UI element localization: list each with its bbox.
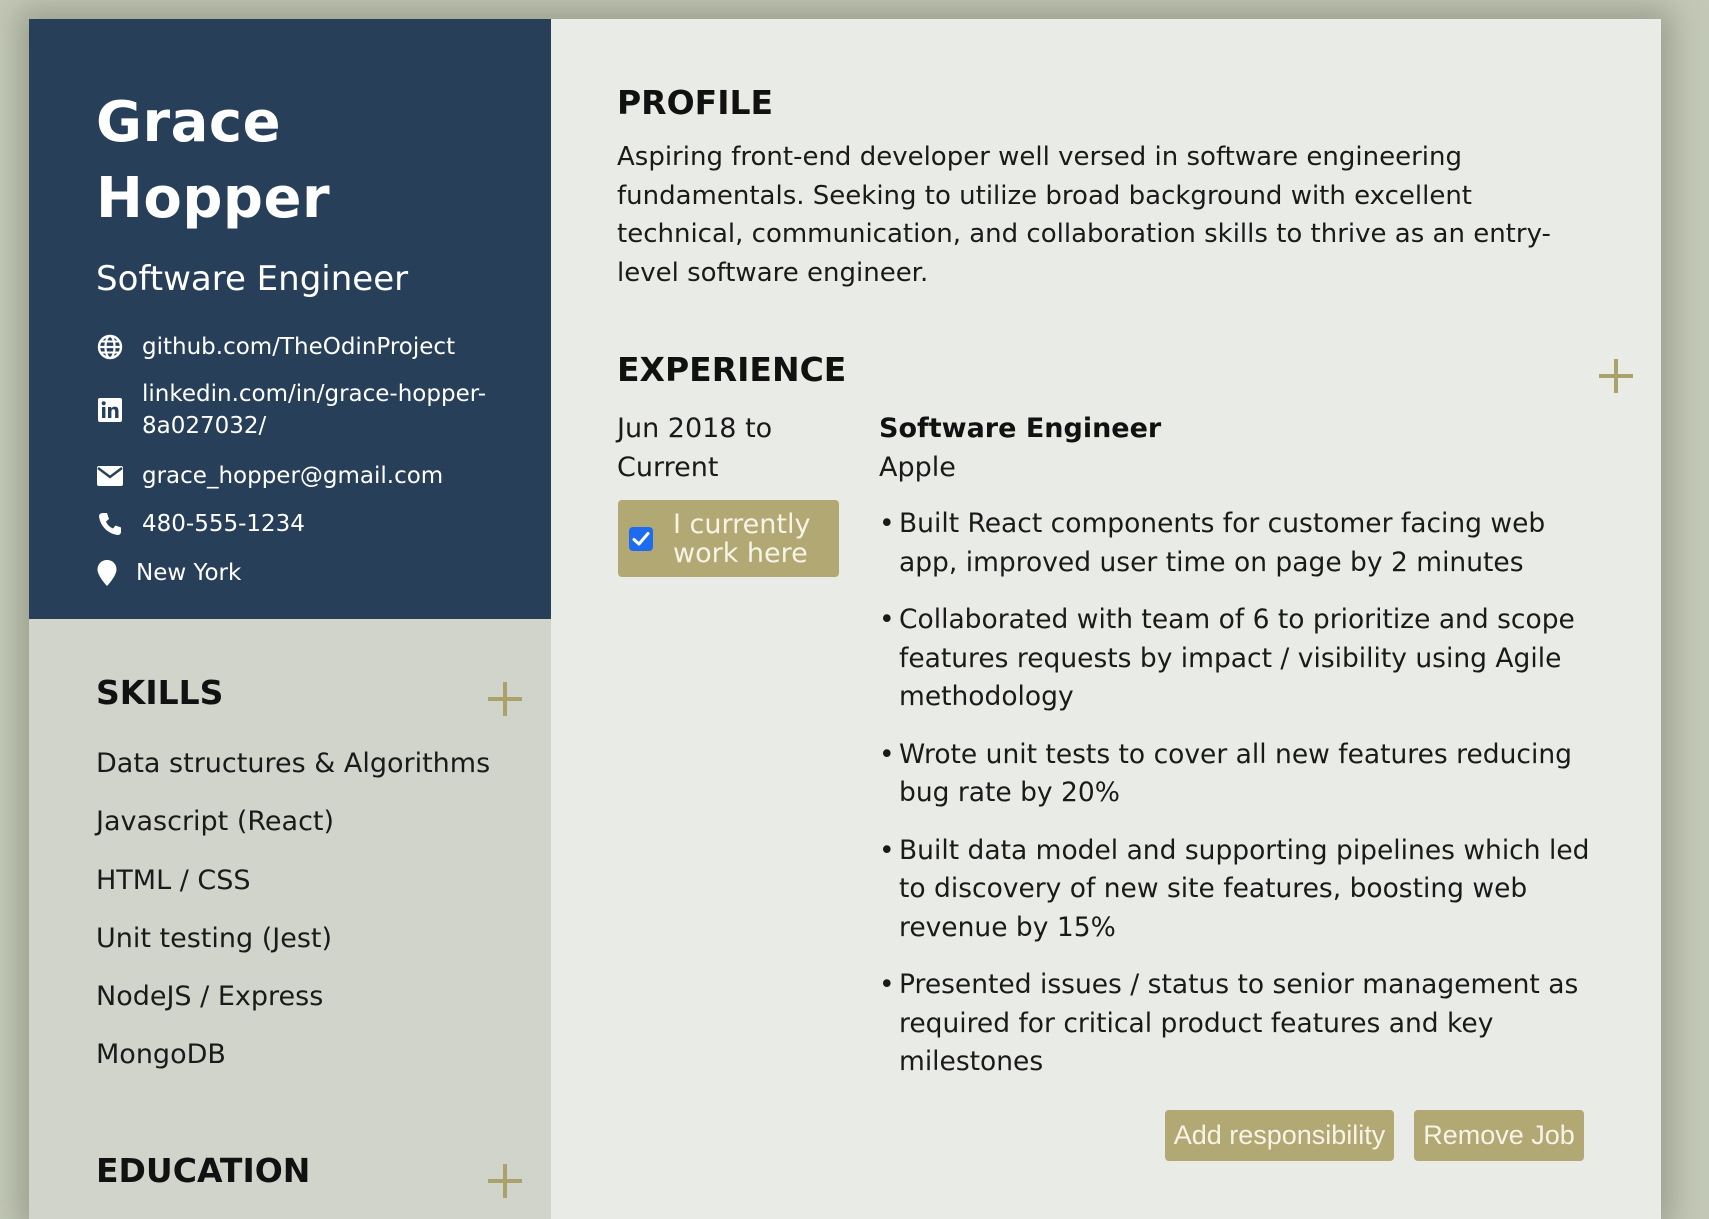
bullet-icon: • xyxy=(879,604,895,635)
skills-list: Data structures & Algorithms Javascript … xyxy=(96,735,490,1085)
current-job-checkbox[interactable] xyxy=(629,526,653,551)
person-job-title[interactable]: Software Engineer xyxy=(96,257,408,301)
bullet-icon: • xyxy=(879,969,895,1000)
skill-item[interactable]: Javascript (React) xyxy=(96,793,490,851)
add-job-button[interactable] xyxy=(1599,359,1633,393)
responsibility-text: Built React components for customer faci… xyxy=(899,508,1546,578)
responsibility-text: Presented issues / status to senior mana… xyxy=(899,969,1579,1077)
skill-item[interactable]: MongoDB xyxy=(96,1026,490,1084)
skill-item[interactable]: Data structures & Algorithms xyxy=(96,735,490,793)
person-name[interactable]: Grace Hopper xyxy=(96,85,526,237)
skills-heading: SKILLS xyxy=(96,673,224,712)
responsibility-item[interactable]: • Built React components for customer fac… xyxy=(879,505,1599,582)
job-company[interactable]: Apple xyxy=(879,449,956,488)
checkmark-icon xyxy=(632,531,650,545)
globe-icon xyxy=(96,333,124,361)
contact-website-text[interactable]: github.com/TheOdinProject xyxy=(142,331,455,363)
contact-website: github.com/TheOdinProject xyxy=(96,331,455,363)
contact-location: New York xyxy=(96,557,241,589)
contact-linkedin-text[interactable]: linkedin.com/in/grace-hopper-8a027032/ xyxy=(142,378,512,442)
current-job-toggle[interactable]: I currently work here xyxy=(618,500,839,577)
bullet-icon: • xyxy=(879,508,895,539)
contact-email-text[interactable]: grace_hopper@gmail.com xyxy=(142,460,443,492)
responsibility-text: Wrote unit tests to cover all new featur… xyxy=(899,738,1572,809)
add-education-button[interactable] xyxy=(488,1164,522,1198)
linkedin-icon xyxy=(96,396,124,424)
phone-icon xyxy=(96,510,124,538)
contact-phone-text[interactable]: 480-555-1234 xyxy=(142,508,305,540)
envelope-icon xyxy=(96,462,124,490)
add-skill-button[interactable] xyxy=(488,682,522,716)
job-dates[interactable]: Jun 2018 to Current xyxy=(617,410,797,487)
contact-phone: 480-555-1234 xyxy=(96,508,305,540)
responsibility-list: • Built React components for customer fac… xyxy=(879,505,1599,1101)
contact-email: grace_hopper@gmail.com xyxy=(96,460,443,492)
profile-heading: PROFILE xyxy=(617,83,774,122)
header-block: Grace Hopper Software Engineer github.co… xyxy=(29,19,551,619)
current-job-label: I currently work here xyxy=(673,508,811,569)
bullet-icon: • xyxy=(879,834,895,866)
responsibility-item[interactable]: • Collaborated with team of 6 to prioriti… xyxy=(879,601,1599,717)
contact-location-text[interactable]: New York xyxy=(136,557,241,589)
responsibility-item[interactable]: • Wrote unit tests to cover all new featu… xyxy=(879,736,1599,813)
add-responsibility-button[interactable]: Add responsibility xyxy=(1165,1110,1394,1161)
sidebar: Grace Hopper Software Engineer github.co… xyxy=(29,19,551,1219)
skill-item[interactable]: Unit testing (Jest) xyxy=(96,910,490,968)
responsibility-text: Built data model and supporting pipeline… xyxy=(899,834,1590,943)
skill-item[interactable]: HTML / CSS xyxy=(96,852,490,910)
remove-job-button[interactable]: Remove Job xyxy=(1414,1110,1584,1161)
resume-page: Grace Hopper Software Engineer github.co… xyxy=(29,19,1661,1219)
bullet-icon: • xyxy=(879,738,895,770)
responsibility-text: Collaborated with team of 6 to prioritiz… xyxy=(899,604,1575,712)
education-heading: EDUCATION xyxy=(96,1151,311,1190)
responsibility-item[interactable]: • Presented issues / status to senior man… xyxy=(879,966,1599,1082)
map-pin-icon xyxy=(96,559,124,587)
job-title[interactable]: Software Engineer xyxy=(879,410,1161,449)
skill-item[interactable]: NodeJS / Express xyxy=(96,968,490,1026)
responsibility-item[interactable]: • Built data model and supporting pipelin… xyxy=(879,832,1599,948)
experience-heading: EXPERIENCE xyxy=(617,350,847,389)
profile-text[interactable]: Aspiring front-end developer well versed… xyxy=(617,138,1597,292)
contact-linkedin: linkedin.com/in/grace-hopper-8a027032/ xyxy=(96,378,512,442)
